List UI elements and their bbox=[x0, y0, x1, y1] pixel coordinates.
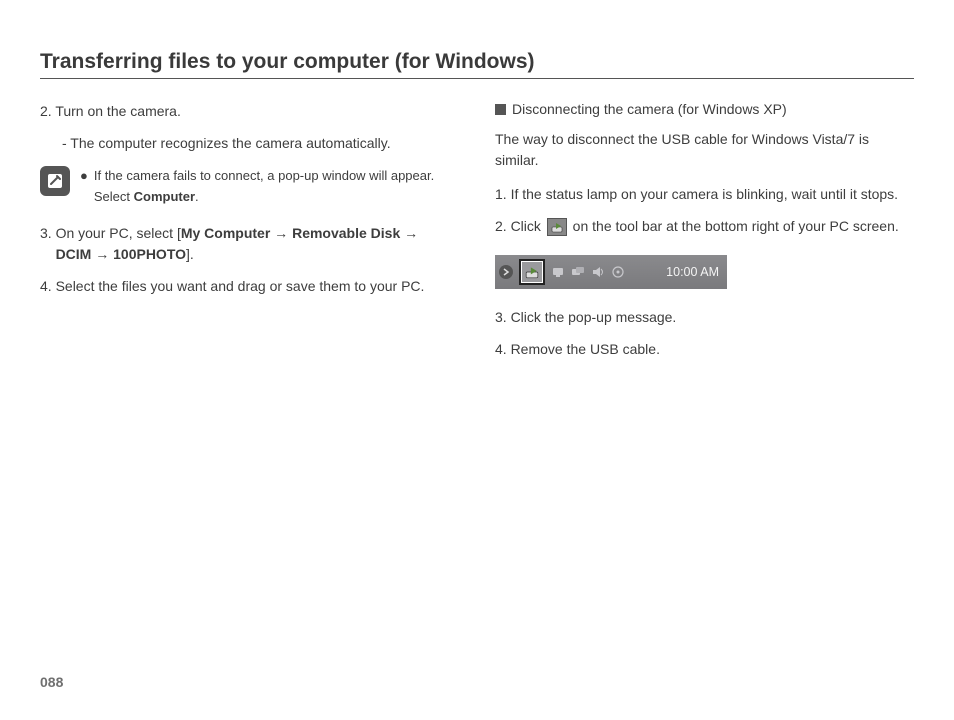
square-bullet-icon bbox=[495, 104, 506, 115]
step3-my-computer: My Computer bbox=[181, 225, 270, 241]
note-period: . bbox=[195, 189, 199, 204]
right-step-3: 3. Click the pop-up message. bbox=[495, 307, 914, 329]
note-icon bbox=[40, 166, 70, 196]
tray-icon-4 bbox=[611, 265, 625, 279]
step3-100photo: 100PHOTO bbox=[113, 246, 186, 262]
volume-icon bbox=[591, 265, 605, 279]
tray-icon-2 bbox=[571, 265, 585, 279]
right-step2-post: on the tool bar at the bottom right of y… bbox=[569, 218, 899, 234]
safely-remove-hardware-icon bbox=[547, 218, 567, 236]
right-column: Disconnecting the camera (for Windows XP… bbox=[495, 101, 914, 371]
content-columns: 2. Turn on the camera. - The computer re… bbox=[40, 101, 914, 371]
right-step2-pre: 2. Click bbox=[495, 218, 545, 234]
note-box: ● If the camera fails to connect, a pop-… bbox=[40, 166, 459, 206]
taskbar-system-tray bbox=[551, 265, 625, 279]
note-text: ● If the camera fails to connect, a pop-… bbox=[80, 166, 459, 206]
right-step-1: 1. If the status lamp on your camera is … bbox=[495, 184, 914, 206]
right-step-2: 2. Click on the tool bar at the bottom r… bbox=[495, 216, 914, 238]
taskbar-clock: 10:00 AM bbox=[666, 263, 719, 282]
step3-dcim: DCIM bbox=[56, 246, 92, 262]
step3-pre: 3. On your PC, select [ bbox=[40, 225, 181, 241]
taskbar-screenshot: 10:00 AM bbox=[495, 255, 727, 289]
step3-removable-disk: Removable Disk bbox=[292, 225, 400, 241]
step3-arrow3: → bbox=[91, 246, 113, 262]
taskbar-highlighted-icon bbox=[519, 259, 545, 285]
subheading-text: Disconnecting the camera (for Windows XP… bbox=[512, 99, 787, 121]
subheading: Disconnecting the camera (for Windows XP… bbox=[495, 99, 914, 121]
note-line: If the camera fails to connect, a pop-up… bbox=[94, 166, 459, 206]
right-step-4: 4. Remove the USB cable. bbox=[495, 339, 914, 361]
step3-arrow1: → bbox=[270, 225, 292, 241]
page-title: Transferring files to your computer (for… bbox=[40, 50, 914, 74]
title-rule bbox=[40, 78, 914, 79]
tray-icon-1 bbox=[551, 265, 565, 279]
left-step-2: 2. Turn on the camera. bbox=[40, 101, 459, 123]
left-column: 2. Turn on the camera. - The computer re… bbox=[40, 101, 459, 371]
note-bold: Computer bbox=[134, 189, 195, 204]
left-step-2-sub: - The computer recognizes the camera aut… bbox=[62, 133, 459, 155]
step3-post: ]. bbox=[186, 246, 194, 262]
left-step-3: 3. On your PC, select [My Computer → Rem… bbox=[40, 223, 459, 266]
taskbar-expand-icon bbox=[499, 265, 513, 279]
step3-arrow2: → bbox=[400, 225, 418, 241]
right-intro: The way to disconnect the USB cable for … bbox=[495, 129, 914, 172]
left-step-4: 4. Select the files you want and drag or… bbox=[40, 276, 459, 298]
bullet-dot: ● bbox=[80, 166, 88, 206]
page-number: 088 bbox=[40, 674, 63, 690]
